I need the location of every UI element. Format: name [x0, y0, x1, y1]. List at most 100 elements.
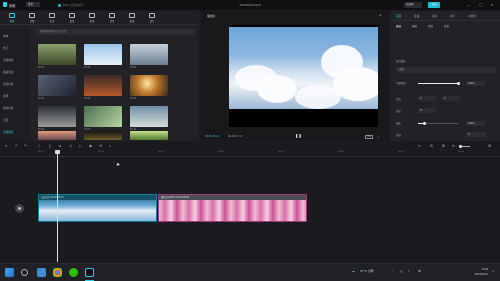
tab-adjust[interactable]: 调节	[450, 14, 455, 18]
freeze-icon[interactable]: ⧈	[59, 143, 61, 149]
media-thumbnail[interactable]	[130, 75, 168, 96]
opacity-slider[interactable]	[418, 82, 460, 85]
project-name[interactable]: 0821 项目未保存	[63, 3, 83, 7]
opacity-slider-knob[interactable]	[456, 82, 460, 85]
media-thumbnail[interactable]	[130, 106, 168, 127]
crop-icon[interactable]: ⌗	[109, 143, 111, 149]
media-thumbnail[interactable]	[38, 44, 76, 65]
scale-slider-knob[interactable]	[422, 122, 426, 125]
edge-browser-icon[interactable]	[37, 268, 46, 277]
select-tool-icon[interactable]: ↖	[5, 143, 8, 149]
track-cover-icon[interactable]	[15, 204, 24, 213]
sidenav-item[interactable]: 本地	[3, 34, 8, 38]
maximize-button[interactable]: □	[478, 2, 484, 8]
tab-adjust[interactable]: 调节	[144, 12, 160, 24]
subtab-basic[interactable]: 基础	[396, 24, 401, 28]
tab-audio[interactable]: 音频	[24, 12, 40, 24]
sidenav-item[interactable]: 搞笑片段	[3, 106, 13, 110]
search-icon[interactable]	[21, 269, 28, 276]
zoom-out-icon[interactable]: ⊖	[452, 143, 455, 149]
minimize-button[interactable]: —	[466, 2, 472, 8]
record-icon[interactable]: ◉	[89, 143, 92, 149]
rotate-input[interactable]: 0°	[418, 108, 436, 113]
network-icon[interactable]: ◱	[400, 269, 403, 273]
media-thumbnail[interactable]	[84, 106, 122, 127]
sidenav-item-active[interactable]: 空镜素材	[3, 130, 13, 134]
position-x-input[interactable]: 0	[418, 96, 436, 101]
snap-icon[interactable]: ⊟	[430, 143, 433, 149]
opacity-input[interactable]: 100%	[466, 81, 486, 86]
preview-axis-icon[interactable]: ⊞	[442, 143, 445, 149]
video-clip-sky[interactable]: 云朵天空 00:00:05:13	[38, 194, 157, 222]
playhead[interactable]	[55, 150, 60, 262]
sidenav-item[interactable]: 空镜	[3, 118, 8, 122]
fullscreen-icon[interactable]: ⤢	[377, 135, 379, 139]
tab-picture[interactable]: 画面	[396, 14, 401, 18]
media-thumbnail[interactable]	[130, 131, 168, 140]
volume-icon[interactable]: ♪	[408, 269, 410, 273]
tab-text[interactable]: 文本	[44, 12, 60, 24]
mirror-icon[interactable]: ▷	[79, 143, 82, 149]
tab-animation[interactable]: 动画	[432, 14, 437, 18]
jianying-taskbar-icon[interactable]	[85, 268, 94, 277]
sidenav-item[interactable]: 氛围片段	[3, 82, 13, 86]
sidenav-item[interactable]: 情绪氛围	[3, 70, 13, 74]
sidenav-item[interactable]: 空镜素材	[3, 58, 13, 62]
delete-icon[interactable]: ▯	[49, 143, 51, 149]
close-button[interactable]: ×	[489, 2, 495, 8]
tab-effect[interactable]: 特效	[84, 12, 100, 24]
wechat-icon[interactable]	[69, 268, 78, 277]
pause-icon[interactable]: ❚❚	[295, 133, 302, 138]
shortcut-button[interactable]: 快捷键	[404, 2, 422, 8]
subtab-background[interactable]: 背景	[444, 24, 449, 28]
tab-filter[interactable]: 滤镜	[124, 12, 140, 24]
menu-button[interactable]: 菜单	[26, 2, 40, 7]
sticker-icon	[69, 13, 75, 18]
media-panel: 媒体 音频 文本 贴纸 特效 转场 滤镜 调节 本地 热门 空镜素材 情绪氛围 …	[0, 11, 199, 141]
tab-sticker[interactable]: 贴纸	[64, 12, 80, 24]
windows-start-icon[interactable]	[5, 268, 14, 277]
search-input[interactable]: 搜索视频素材(中文)/文案	[37, 29, 195, 35]
position-y-input[interactable]: 0	[442, 96, 460, 101]
subtab-matting[interactable]: 抠图	[412, 24, 417, 28]
taskbar-clock[interactable]: 8:16 2021/8/11	[458, 267, 488, 277]
split-icon[interactable]: ⌶	[38, 143, 40, 149]
time-ruler[interactable]: 00:00 00:05 00:10 00:15 00:20 00:25 00:3…	[0, 150, 500, 157]
media-thumbnail[interactable]	[84, 44, 122, 65]
scale-input[interactable]: 100%	[466, 121, 486, 126]
tab-media[interactable]: 媒体	[4, 12, 20, 24]
media-thumbnail[interactable]	[38, 75, 76, 96]
rotate-icon[interactable]: ⟲	[99, 143, 102, 149]
tab-transition[interactable]: 转场	[104, 12, 120, 24]
chrome-icon[interactable]	[53, 268, 62, 277]
media-thumbnail[interactable]	[84, 75, 122, 96]
scale-slider[interactable]	[418, 122, 458, 125]
zoom-slider-knob[interactable]	[459, 145, 462, 148]
preview-screen[interactable]	[229, 25, 378, 127]
redo-icon[interactable]: ↷	[24, 143, 27, 149]
input-language[interactable]: 中	[418, 269, 421, 273]
tab-ai-effect[interactable]: AI效果	[468, 14, 476, 18]
sidenav-item[interactable]: 转场	[3, 94, 8, 98]
subtab-mask[interactable]: 蒙版	[428, 24, 433, 28]
export-button[interactable]: 导出	[428, 2, 440, 8]
media-thumbnail[interactable]	[84, 131, 122, 140]
weather-text[interactable]: 27°C 大雨	[360, 269, 373, 273]
ratio-button[interactable]: 原始	[365, 135, 373, 139]
extra-input[interactable]: 0	[466, 132, 486, 137]
tab-speed[interactable]: 变速	[414, 14, 419, 18]
video-clip-flowers[interactable]: 樱花花开MOV 00:00:08:06	[158, 194, 307, 222]
tray-chevron-icon[interactable]: ˄	[392, 269, 393, 273]
more-icon[interactable]: ≡	[379, 13, 382, 17]
notification-icon[interactable]: ▭	[492, 269, 495, 273]
reverse-icon[interactable]: ◁	[69, 143, 72, 149]
sidenav-item[interactable]: 热门	[3, 46, 8, 50]
weather-icon[interactable]: ☁	[352, 269, 355, 273]
blend-mode-select[interactable]: 正常	[396, 67, 496, 73]
media-thumbnail[interactable]	[130, 44, 168, 65]
media-thumbnail[interactable]	[38, 106, 76, 127]
media-thumbnail[interactable]	[38, 131, 76, 140]
undo-icon[interactable]: ↶	[15, 143, 18, 149]
link-icon[interactable]: ⇔	[418, 143, 421, 149]
timeline-settings-icon[interactable]: ⚙	[488, 143, 491, 149]
